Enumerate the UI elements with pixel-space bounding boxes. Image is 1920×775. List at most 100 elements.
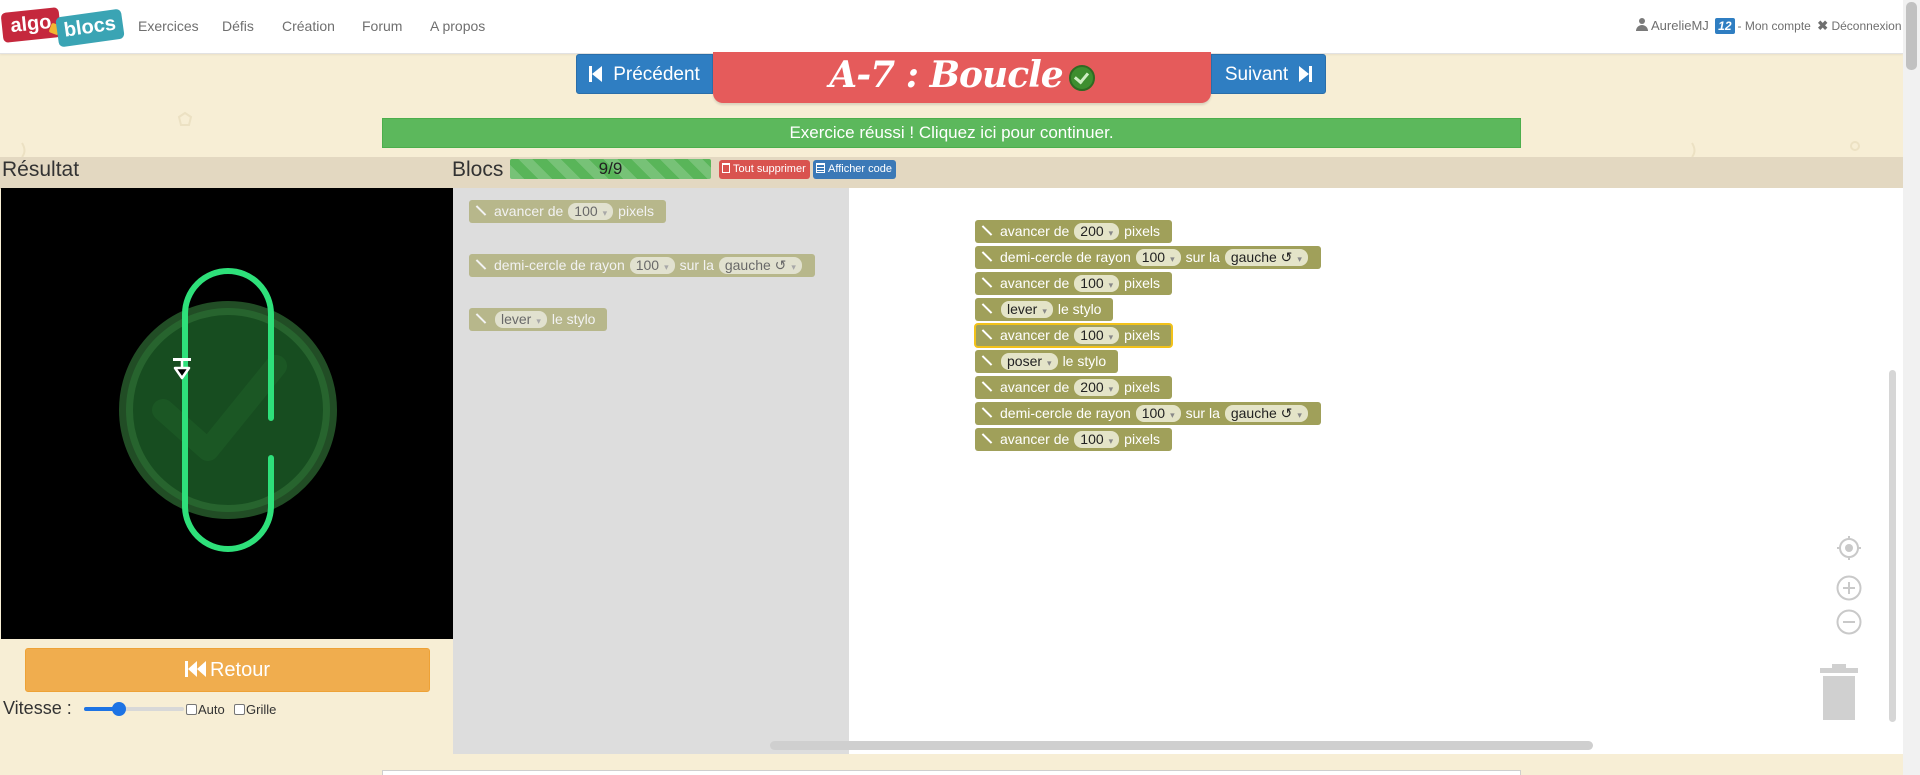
auto-checkbox[interactable] bbox=[186, 704, 197, 715]
auto-option[interactable]: Auto bbox=[186, 702, 225, 717]
page-scrollbar-thumb[interactable] bbox=[1906, 2, 1917, 70]
block-text: demi-cercle de rayon bbox=[1000, 249, 1131, 265]
algoblocs-logo[interactable]: algo blocs bbox=[0, 6, 125, 48]
block-value-field[interactable]: 100 ▾ bbox=[1135, 405, 1181, 422]
previous-label: Précédent bbox=[613, 64, 700, 85]
block-text: pixels bbox=[1124, 327, 1160, 343]
back-label: Retour bbox=[209, 659, 271, 681]
block-value-field[interactable]: 200 ▾ bbox=[1074, 223, 1120, 240]
pencil-icon bbox=[980, 355, 992, 367]
workspace-block-advance-selected[interactable]: avancer de 100 ▾ pixels bbox=[974, 323, 1173, 348]
show-code-button[interactable]: Afficher code bbox=[813, 160, 896, 179]
check-circle-icon bbox=[1068, 65, 1095, 91]
clear-all-label: Tout supprimer bbox=[733, 163, 806, 175]
back-button[interactable]: Retour bbox=[25, 648, 430, 692]
speed-slider[interactable] bbox=[84, 702, 184, 716]
workspace-horizontal-scrollbar[interactable] bbox=[770, 741, 1593, 750]
workspace-block-half-circle[interactable]: demi-cercle de rayon 100 ▾ sur la gauche ↺ ▾ bbox=[975, 246, 1321, 269]
block-value-field[interactable]: 200 ▾ bbox=[1074, 379, 1120, 396]
blocs-heading: Blocs bbox=[452, 158, 504, 181]
next-button[interactable]: Suivant bbox=[1211, 54, 1326, 94]
logout-icon: ✖ bbox=[1817, 18, 1829, 33]
next-label: Suivant bbox=[1224, 64, 1289, 85]
workspace-block-advance[interactable]: avancer de 100 ▾ pixels bbox=[975, 272, 1172, 295]
exercise-title-text: A-7 : Boucle bbox=[829, 54, 1063, 96]
toolbox-block-half-circle[interactable]: demi-cercle de rayon 100 ▾ sur la gauche ↺ ▾ bbox=[469, 254, 815, 277]
workspace-block-advance[interactable]: avancer de 200 ▾ pixels bbox=[975, 376, 1172, 399]
block-text: demi-cercle de rayon bbox=[1000, 405, 1131, 421]
workspace-block-pen[interactable]: lever ▾ le stylo bbox=[975, 298, 1114, 321]
block-pen-field[interactable]: lever ▾ bbox=[495, 311, 547, 328]
logo-blocs-part: blocs bbox=[55, 8, 125, 48]
block-direction-field[interactable]: gauche ↺ ▾ bbox=[718, 257, 802, 274]
section-header-strip bbox=[0, 157, 1903, 189]
block-text: pixels bbox=[1124, 223, 1160, 239]
block-text: sur la bbox=[679, 257, 714, 273]
block-text: le stylo bbox=[551, 311, 596, 327]
block-pen-field[interactable]: poser ▾ bbox=[1001, 353, 1058, 370]
zoom-in-icon[interactable] bbox=[1836, 575, 1862, 601]
pencil-icon bbox=[474, 205, 486, 217]
skip-forward-icon bbox=[1298, 66, 1313, 82]
pencil-icon bbox=[980, 407, 992, 419]
block-value-field[interactable]: 100 ▾ bbox=[1074, 431, 1120, 448]
grid-checkbox[interactable] bbox=[234, 704, 245, 715]
account-link[interactable]: - Mon compte bbox=[1738, 19, 1811, 33]
nav-exercices[interactable]: Exercices bbox=[138, 18, 199, 34]
pencil-icon bbox=[980, 251, 992, 263]
pencil-icon bbox=[474, 313, 486, 325]
recenter-icon[interactable] bbox=[1836, 535, 1862, 561]
speed-slider-thumb[interactable] bbox=[112, 702, 126, 716]
nav-creation[interactable]: Création bbox=[282, 18, 335, 34]
toolbox-block-advance[interactable]: avancer de 100 ▾ pixels bbox=[469, 200, 666, 223]
skip-back-icon bbox=[589, 66, 603, 82]
workspace-vertical-scrollbar[interactable] bbox=[1889, 370, 1896, 722]
pencil-icon bbox=[980, 225, 992, 237]
block-text: demi-cercle de rayon bbox=[494, 257, 625, 273]
success-banner[interactable]: Exercice réussi ! Cliquez ici pour conti… bbox=[382, 118, 1521, 148]
block-value-field[interactable]: 100 ▾ bbox=[1074, 327, 1120, 344]
pencil-icon bbox=[980, 433, 992, 445]
list-icon bbox=[816, 163, 825, 173]
exercise-title: A-7 : Boucle bbox=[713, 54, 1211, 96]
workspace-block-pen[interactable]: poser ▾ le stylo bbox=[975, 350, 1119, 373]
block-text: avancer de bbox=[1000, 327, 1070, 343]
block-value-field[interactable]: 100 ▾ bbox=[1135, 249, 1181, 266]
block-text: le stylo bbox=[1057, 301, 1102, 317]
pencil-icon bbox=[980, 381, 992, 393]
block-value-field[interactable]: 100 ▾ bbox=[629, 257, 675, 274]
user-menu: AurelieMJ 12- Mon compte ✖ Déconnexion bbox=[1636, 18, 1902, 34]
clear-all-button[interactable]: Tout supprimer bbox=[719, 160, 810, 179]
block-value-field[interactable]: 100 ▾ bbox=[568, 203, 614, 220]
pencil-icon bbox=[980, 303, 992, 315]
username-link[interactable]: AurelieMJ bbox=[1651, 18, 1709, 33]
zoom-out-icon[interactable] bbox=[1836, 609, 1862, 635]
grid-option[interactable]: Grille bbox=[234, 702, 276, 717]
previous-button[interactable]: Précédent bbox=[576, 54, 713, 94]
nav-forum[interactable]: Forum bbox=[362, 18, 402, 34]
block-text: avancer de bbox=[1000, 223, 1070, 239]
workspace-block-half-circle[interactable]: demi-cercle de rayon 100 ▾ sur la gauche ↺ ▾ bbox=[975, 402, 1321, 425]
result-canvas bbox=[1, 188, 453, 639]
fast-backward-icon bbox=[184, 661, 207, 677]
nav-defis[interactable]: Défis bbox=[222, 18, 254, 34]
block-direction-field[interactable]: gauche ↺ ▾ bbox=[1224, 405, 1308, 422]
turtle-cursor-cap bbox=[173, 358, 191, 361]
block-pen-field[interactable]: lever ▾ bbox=[1001, 301, 1053, 318]
workspace-block-advance[interactable]: avancer de 200 ▾ pixels bbox=[975, 220, 1172, 243]
trash-can-icon[interactable] bbox=[1818, 664, 1860, 720]
page-scrollbar[interactable] bbox=[1903, 0, 1920, 775]
block-text: pixels bbox=[1124, 275, 1160, 291]
block-value-field[interactable]: 100 ▾ bbox=[1074, 275, 1120, 292]
workspace-block-advance[interactable]: avancer de 100 ▾ pixels bbox=[975, 428, 1172, 451]
logout-link[interactable]: Déconnexion bbox=[1831, 19, 1901, 33]
block-text: pixels bbox=[1124, 431, 1160, 447]
block-text: avancer de bbox=[1000, 379, 1070, 395]
blocks-progress-text: 9/9 bbox=[598, 159, 623, 178]
nav-a-propos[interactable]: A propos bbox=[430, 18, 485, 34]
auto-label: Auto bbox=[198, 702, 225, 717]
block-direction-field[interactable]: gauche ↺ ▾ bbox=[1224, 249, 1308, 266]
block-text: avancer de bbox=[494, 203, 564, 219]
toolbox-block-pen[interactable]: lever ▾ le stylo bbox=[469, 308, 608, 331]
pencil-icon bbox=[980, 329, 992, 341]
